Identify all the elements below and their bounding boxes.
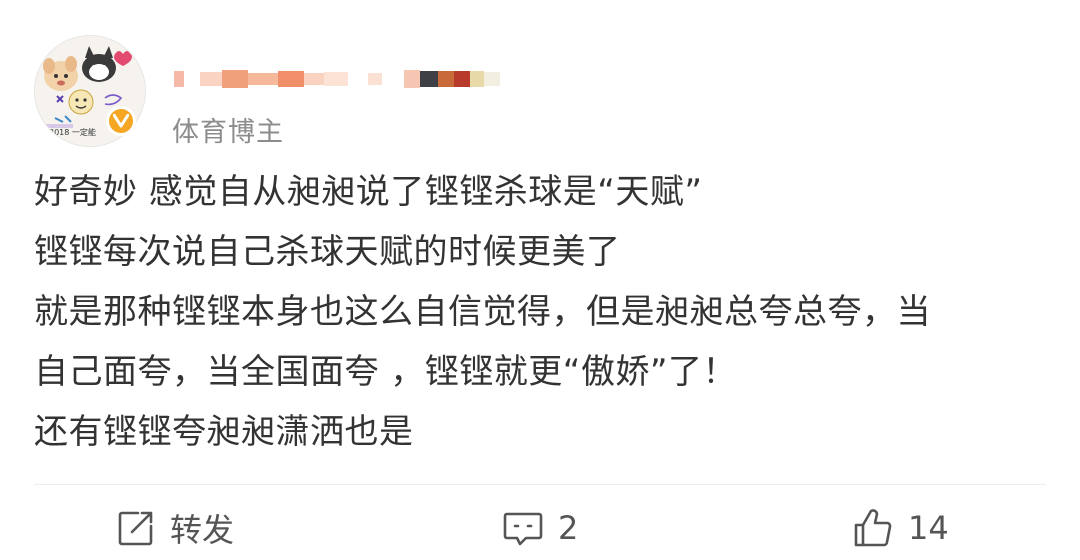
repost-label: 转发 [170, 511, 235, 549]
user-tag[interactable]: 体育博主 [172, 110, 284, 149]
post-header: 2018 一定能 体育博主 [34, 30, 1044, 150]
verified-v-icon [113, 114, 129, 128]
avatar-caption: 2018 一定能 [49, 127, 96, 137]
comment-icon [503, 512, 543, 546]
verified-badge [106, 106, 136, 136]
like-button[interactable]: 14 [852, 506, 949, 550]
repost-icon [118, 511, 153, 546]
thumbs-up-icon [854, 509, 892, 547]
divider [34, 484, 1046, 485]
post-line: 好奇妙 感觉自从昶昶说了铿铿杀球是“天赋” [34, 172, 703, 212]
comment-button[interactable]: 2 [502, 506, 578, 550]
like-count: 14 [908, 509, 949, 547]
post-line: 自己面夸，当全国面夸 ，铿铿就更“傲娇”了！ [34, 352, 738, 392]
post-line: 铿铿每次说自己杀球天赋的时候更美了 [34, 232, 621, 272]
comment-count: 2 [558, 509, 579, 547]
repost-button[interactable]: 转发 [116, 506, 234, 550]
avatar-container[interactable]: 2018 一定能 [34, 30, 146, 147]
post-line: 还有铿铿夸昶昶潇洒也是 [34, 412, 414, 452]
username-blurred[interactable] [174, 62, 534, 96]
action-bar: 转发 2 14 [0, 500, 1080, 556]
post-content: 好奇妙 感觉自从昶昶说了铿铿杀球是“天赋” 铿铿每次说自己杀球天赋的时候更美了 … [34, 162, 1054, 462]
post-line: 就是那种铿铿本身也这么自信觉得，但是昶昶总夸总夸，当 [34, 292, 931, 332]
